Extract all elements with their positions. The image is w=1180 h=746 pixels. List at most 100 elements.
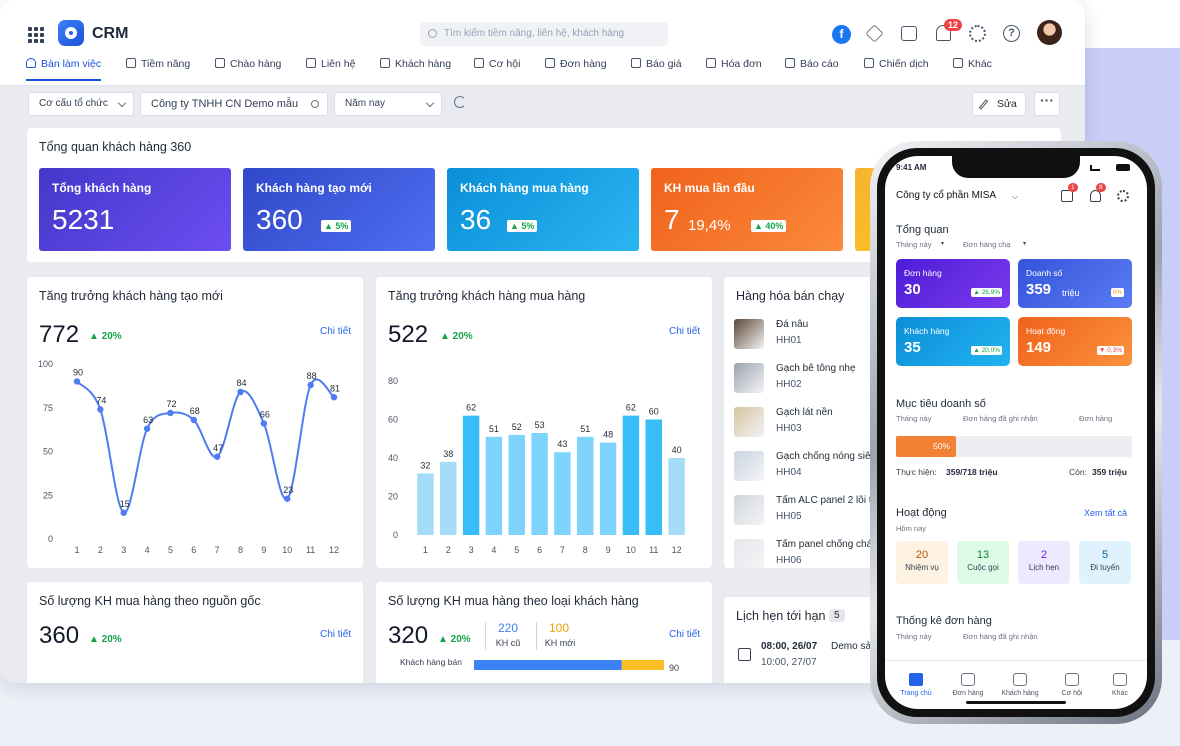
tab-offers[interactable]: Chào hàng bbox=[215, 54, 281, 86]
data-point[interactable] bbox=[73, 378, 81, 385]
tile-orders[interactable]: Đơn hàng 30 ▲ 26,9% bbox=[896, 259, 1010, 308]
activity-appointments[interactable]: 2 Lịch hẹn bbox=[1018, 541, 1070, 584]
tab-more[interactable]: Khác bbox=[953, 54, 992, 86]
bar[interactable] bbox=[531, 432, 548, 535]
order-filter[interactable]: Đơn hàng bbox=[1079, 414, 1112, 423]
org-structure-select[interactable]: Cơ cấu tổ chức bbox=[28, 92, 134, 116]
data-point[interactable] bbox=[307, 381, 314, 389]
data-point[interactable] bbox=[330, 394, 338, 401]
data-point[interactable] bbox=[120, 509, 127, 516]
kpi-total-customers[interactable]: Tổng khách hàng 5231 bbox=[39, 168, 231, 251]
tab-quotes[interactable]: Báo giá bbox=[631, 54, 682, 86]
apps-grid-icon[interactable] bbox=[28, 27, 44, 43]
kpi-first-purchase[interactable]: KH mua lần đầu 7 19,4% ▲ 40% bbox=[651, 168, 843, 251]
help-icon[interactable]: ? bbox=[1003, 25, 1020, 42]
tab-workspace[interactable]: Bàn làm việc bbox=[26, 54, 102, 86]
bar[interactable] bbox=[485, 436, 503, 535]
period-filter[interactable]: Tháng này bbox=[896, 632, 931, 641]
stack-segment[interactable] bbox=[474, 660, 622, 670]
company-selector[interactable]: Công ty cổ phần MISA bbox=[896, 190, 996, 201]
period-select[interactable]: Năm nay bbox=[334, 92, 442, 116]
menu-icon bbox=[1113, 673, 1127, 686]
tab-opportunities[interactable]: Cơ hội bbox=[1048, 673, 1096, 697]
tile-activities[interactable]: Hoạt động 149 ▼ 0,3% bbox=[1018, 317, 1132, 366]
tile-revenue[interactable]: Doanh số 359 triệu 0% bbox=[1018, 259, 1132, 308]
y-tick-label: 0 bbox=[393, 530, 398, 540]
by-source-card: Số lượng KH mua hàng theo nguồn gốc 360 … bbox=[27, 582, 363, 683]
package-icon[interactable] bbox=[865, 24, 884, 43]
calendar-icon[interactable] bbox=[901, 26, 917, 41]
list-item[interactable]: Gạch bê tông nhẹ HH02 bbox=[734, 361, 874, 397]
tab-customers[interactable]: Khách hàng bbox=[996, 673, 1044, 697]
tab-invoices[interactable]: Hóa đơn bbox=[706, 54, 762, 86]
edit-button[interactable]: Sửa bbox=[972, 92, 1026, 116]
bar[interactable] bbox=[508, 434, 525, 535]
tab-leads[interactable]: Tiềm năng bbox=[126, 54, 190, 86]
order-stats-title: Thống kê đơn hàng bbox=[896, 615, 992, 627]
order-status-filter[interactable]: Đơn hàng đã ghi nhận bbox=[963, 632, 1038, 641]
bar[interactable] bbox=[577, 436, 594, 535]
bar[interactable] bbox=[599, 442, 617, 535]
day-filter[interactable]: Hôm nay bbox=[896, 524, 926, 533]
data-point[interactable] bbox=[237, 388, 244, 396]
data-point[interactable] bbox=[260, 420, 268, 427]
activity-calls[interactable]: 13 Cuộc gọi bbox=[957, 541, 1009, 584]
facebook-icon[interactable]: f bbox=[832, 25, 851, 44]
product-thumbnail bbox=[734, 539, 764, 568]
order-status-filter[interactable]: Đơn hàng đã ghi nhận bbox=[963, 414, 1038, 423]
list-item[interactable]: Tấm panel chống cháy HH06 bbox=[734, 537, 874, 568]
data-label: 15 bbox=[120, 499, 130, 509]
chevron-down-icon[interactable]: ⌵ bbox=[1012, 192, 1018, 202]
data-point[interactable] bbox=[97, 406, 104, 413]
tab-home[interactable]: Trang chủ bbox=[892, 673, 940, 697]
tile-customers[interactable]: Khách hàng 35 ▲ 20,0% bbox=[896, 317, 1010, 366]
tab-customers[interactable]: Khách hàng bbox=[380, 54, 451, 86]
more-button[interactable]: ··· bbox=[1034, 92, 1060, 116]
bar[interactable] bbox=[645, 419, 662, 536]
tab-orders[interactable]: Đơn hàng bbox=[944, 673, 992, 697]
bar[interactable] bbox=[554, 452, 571, 535]
remain-value: 359 triệu bbox=[1092, 467, 1127, 477]
data-point[interactable] bbox=[190, 416, 198, 424]
bar[interactable] bbox=[417, 473, 434, 535]
appointment-subject[interactable]: Demo sả bbox=[831, 641, 871, 652]
search-input[interactable]: Tìm kiếm tiềm năng, liên hệ, khách hàng bbox=[420, 22, 668, 46]
tab-more[interactable]: Khác bbox=[1096, 673, 1144, 697]
order-filter[interactable]: Đơn hàng chạ bbox=[963, 240, 1010, 249]
list-item[interactable]: Gạch lát nền HH03 bbox=[734, 405, 874, 441]
gear-icon[interactable] bbox=[1117, 190, 1129, 202]
activity-tasks[interactable]: 20 Nhiệm vụ bbox=[896, 541, 948, 584]
tab-contacts[interactable]: Liên hệ bbox=[306, 54, 355, 86]
data-point[interactable] bbox=[167, 409, 174, 417]
activity-title: Hoạt động bbox=[896, 507, 947, 519]
stack-segment[interactable] bbox=[621, 660, 664, 670]
avatar[interactable] bbox=[1037, 20, 1062, 45]
kpi-new-customers[interactable]: Khách hàng tạo mới 360 ▲ 5% bbox=[243, 168, 435, 251]
bar[interactable] bbox=[462, 415, 480, 535]
refresh-icon[interactable] bbox=[454, 96, 466, 108]
bar[interactable] bbox=[668, 458, 685, 535]
data-label: 63 bbox=[143, 415, 153, 425]
activity-routes[interactable]: 5 Đi tuyến bbox=[1079, 541, 1131, 584]
period-filter[interactable]: Tháng này bbox=[896, 240, 931, 249]
company-select[interactable]: Công ty TNHH CN Demo mẫu bbox=[140, 92, 328, 116]
tab-reports[interactable]: Báo cáo bbox=[785, 54, 839, 86]
list-item[interactable]: Gạch chống nóng siêu HH04 bbox=[734, 449, 874, 485]
period-filter[interactable]: Tháng này bbox=[896, 414, 931, 423]
detail-link[interactable]: Chi tiết bbox=[320, 629, 351, 640]
see-all-link[interactable]: Xem tất cả bbox=[1084, 508, 1127, 518]
product-thumbnail bbox=[734, 451, 764, 481]
data-point[interactable] bbox=[143, 425, 151, 432]
list-item[interactable]: Tấm ALC panel 2 lõi t HH05 bbox=[734, 493, 874, 529]
tab-campaigns[interactable]: Chiến dịch bbox=[864, 54, 929, 86]
data-point[interactable] bbox=[213, 453, 221, 460]
tab-orders[interactable]: Đơn hàng bbox=[545, 54, 607, 86]
kpi-buying-customers[interactable]: Khách hàng mua hàng 36 ▲ 5% bbox=[447, 168, 639, 251]
gear-icon[interactable] bbox=[969, 25, 986, 42]
data-point[interactable] bbox=[284, 495, 291, 502]
bar[interactable] bbox=[440, 461, 457, 535]
list-item[interactable]: Đá nâu HH01 bbox=[734, 317, 874, 353]
y-tick-label: 20 bbox=[388, 492, 398, 502]
bar[interactable] bbox=[622, 415, 640, 535]
tab-opportunities[interactable]: Cơ hội bbox=[474, 54, 520, 86]
